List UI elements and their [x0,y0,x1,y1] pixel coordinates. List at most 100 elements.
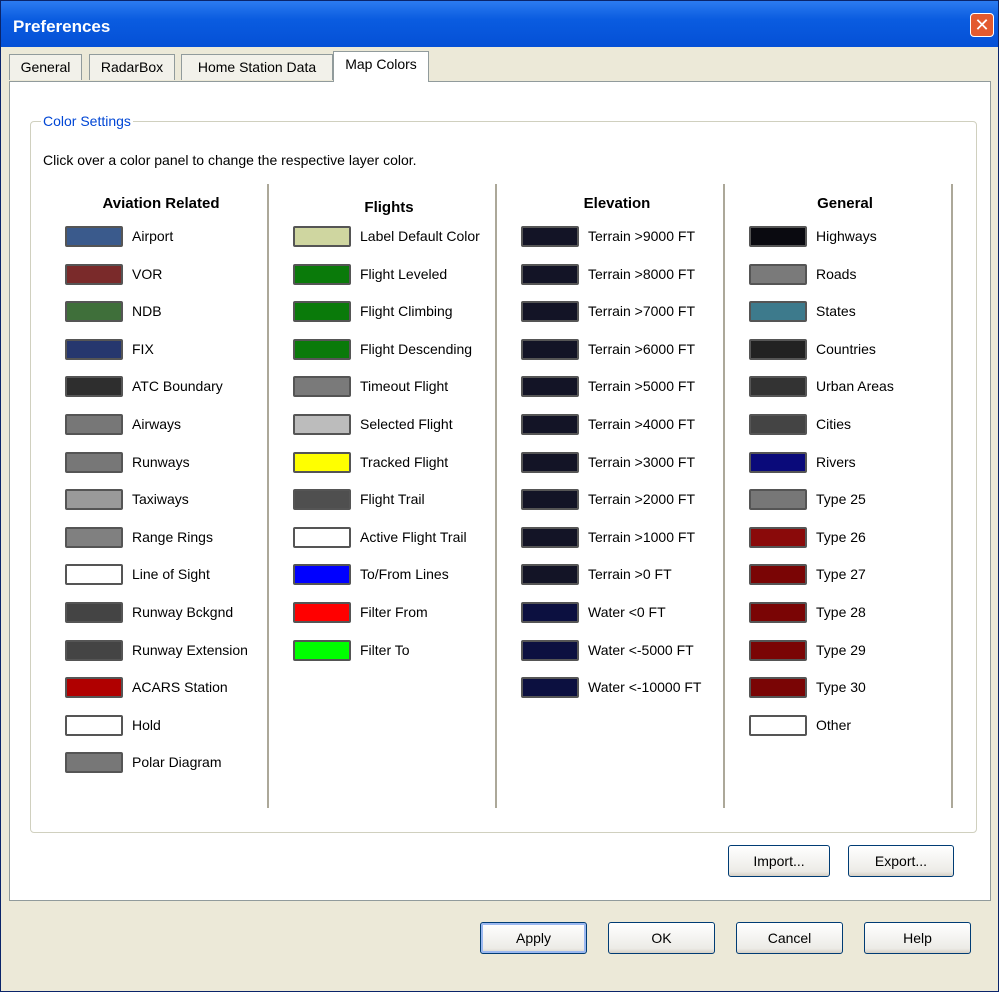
color-swatch[interactable] [65,640,123,661]
color-label: Flight Leveled [360,266,448,282]
color-label: Range Rings [132,529,213,545]
color-swatch[interactable] [749,715,807,736]
color-swatch[interactable] [293,264,351,285]
color-swatch[interactable] [65,527,123,548]
color-label: Line of Sight [132,566,210,582]
cancel-button[interactable]: Cancel [736,922,843,954]
color-label: Terrain >0 FT [588,566,672,582]
color-swatch[interactable] [293,452,351,473]
color-swatch[interactable] [521,414,579,435]
color-swatch[interactable] [521,226,579,247]
color-swatch[interactable] [749,602,807,623]
color-swatch[interactable] [521,489,579,510]
tab-radarbox[interactable]: RadarBox [89,54,175,80]
color-swatch[interactable] [293,489,351,510]
color-swatch[interactable] [293,527,351,548]
color-label: Terrain >3000 FT [588,454,695,470]
color-swatch[interactable] [749,452,807,473]
color-label: States [816,303,856,319]
color-swatch[interactable] [65,414,123,435]
color-swatch[interactable] [521,301,579,322]
color-label: Other [816,717,852,733]
color-label: Type 29 [816,642,866,658]
color-swatch[interactable] [293,564,351,585]
import-button[interactable]: Import... [728,845,830,877]
color-swatch[interactable] [65,602,123,623]
column-general: General Highways Roads States Countries Urban… [737,184,953,808]
color-label: Polar Diagram [132,754,222,770]
tab-map-colors[interactable]: Map Colors [333,51,429,82]
color-label: Runway Extension [132,642,248,658]
color-swatch[interactable] [65,715,123,736]
color-swatch[interactable] [65,489,123,510]
color-swatch[interactable] [65,677,123,698]
color-swatch[interactable] [749,414,807,435]
tab-home-station-data[interactable]: Home Station Data [181,54,333,80]
color-swatch[interactable] [749,376,807,397]
color-swatch[interactable] [749,527,807,548]
color-swatch[interactable] [293,301,351,322]
color-swatch[interactable] [521,264,579,285]
color-swatch[interactable] [293,602,351,623]
color-label: Water <-10000 FT [588,679,702,695]
color-swatch[interactable] [749,339,807,360]
ok-button[interactable]: OK [608,922,715,954]
color-swatch[interactable] [749,489,807,510]
instruction-text: Click over a color panel to change the r… [43,152,417,168]
color-swatch[interactable] [293,414,351,435]
color-settings-group: Color Settings Click over a color panel … [30,113,977,833]
color-swatch[interactable] [521,376,579,397]
color-swatch[interactable] [749,677,807,698]
preferences-window: Preferences ✕ General RadarBox Home Stat… [0,0,999,992]
color-label: Flight Trail [360,491,425,507]
color-swatch[interactable] [749,226,807,247]
color-swatch[interactable] [65,564,123,585]
color-swatch[interactable] [65,376,123,397]
apply-button[interactable]: Apply [480,922,587,954]
color-swatch[interactable] [749,301,807,322]
color-swatch[interactable] [65,226,123,247]
color-label: Terrain >8000 FT [588,266,695,282]
color-swatch[interactable] [65,301,123,322]
color-swatch[interactable] [521,640,579,661]
color-swatch[interactable] [521,602,579,623]
color-label: Cities [816,416,852,432]
dialog-footer: Apply OK Cancel Help [1,901,998,991]
title-bar[interactable]: Preferences ✕ [1,1,998,47]
color-label: VOR [132,266,163,282]
color-label: Type 27 [816,566,866,582]
color-label: Label Default Color [360,228,480,244]
column-elevation: Elevation Terrain >9000 FT Terrain >8000 F… [509,184,725,808]
color-label: Tracked Flight [360,454,449,470]
color-swatch[interactable] [521,677,579,698]
color-swatch[interactable] [293,640,351,661]
color-label: Urban Areas [816,378,894,394]
color-swatch[interactable] [521,527,579,548]
tab-general[interactable]: General [9,54,82,80]
color-swatch[interactable] [521,452,579,473]
color-label: Filter From [360,604,428,620]
close-button[interactable]: ✕ [970,13,994,37]
help-button[interactable]: Help [864,922,971,954]
color-swatch[interactable] [521,339,579,360]
color-swatch[interactable] [65,452,123,473]
color-swatch[interactable] [749,640,807,661]
color-label: NDB [132,303,162,319]
color-swatch[interactable] [65,339,123,360]
color-label: Timeout Flight [360,378,449,394]
color-swatch[interactable] [293,376,351,397]
color-swatch[interactable] [521,564,579,585]
color-label: Water <0 FT [588,604,666,620]
color-swatch[interactable] [65,264,123,285]
color-label: Terrain >2000 FT [588,491,695,507]
color-swatch[interactable] [749,564,807,585]
color-swatch[interactable] [293,339,351,360]
column-header: Elevation [583,195,651,212]
column-flights: Flights Label Default Color Flight Leveled… [281,184,497,808]
color-swatch[interactable] [293,226,351,247]
color-swatch[interactable] [749,264,807,285]
color-label: Terrain >6000 FT [588,341,695,357]
color-swatch[interactable] [65,752,123,773]
export-button[interactable]: Export... [848,845,954,877]
color-label: FIX [132,341,154,357]
